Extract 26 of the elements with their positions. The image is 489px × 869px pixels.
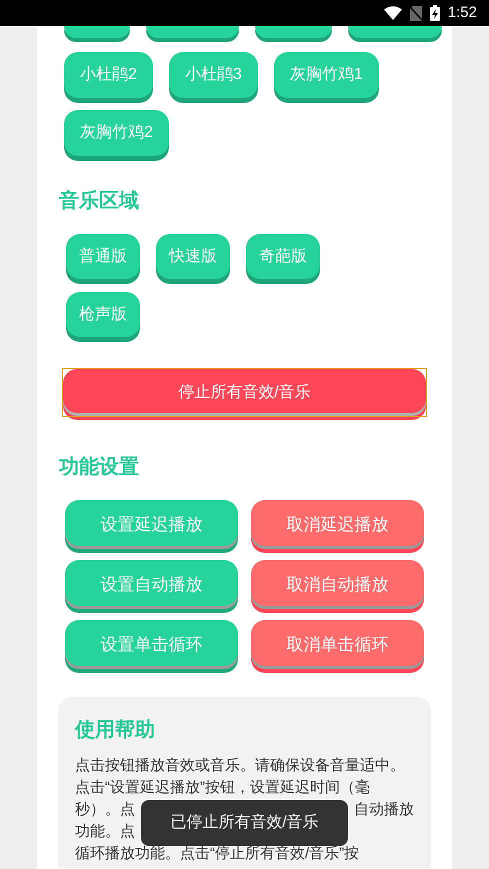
help-heading: 使用帮助 [75, 718, 156, 743]
help-text: 秒）。点 [75, 800, 135, 820]
help-text: 功能。点 [75, 822, 135, 842]
stop-all-button[interactable]: 停止所有音效/音乐 [63, 369, 426, 416]
sound-button[interactable]: 灰胸竹鸡1 [274, 52, 379, 98]
help-text: 循环播放功能。点击“停止所有音效/音乐”按 [75, 844, 360, 864]
section-heading: 音乐区域 [59, 188, 140, 214]
help-text: 自动播放 [354, 800, 414, 820]
enable-setting-button[interactable]: 设置自动播放 [65, 560, 238, 609]
toast-message: 已停止所有音效/音乐 [141, 800, 348, 846]
sound-button[interactable]: 普通版 [66, 234, 140, 279]
sound-button[interactable]: 灰胸竹鸡2 [64, 110, 169, 156]
enable-setting-button[interactable]: 设置单击循环 [65, 620, 238, 669]
sound-button[interactable]: 快速版 [156, 234, 230, 279]
cancel-setting-button[interactable]: 取消单击循环 [251, 620, 424, 669]
sound-button[interactable]: 小杜鹃2 [64, 52, 153, 98]
sound-button[interactable]: 小杜鹃3 [168, 52, 258, 98]
help-text: 点击按钮播放音效或音乐。请确保设备音量适中。 [75, 756, 405, 776]
enable-setting-button[interactable]: 设置延迟播放 [65, 500, 238, 549]
cancel-setting-button[interactable]: 取消延迟播放 [251, 500, 424, 549]
clock-time: 1:52 [448, 2, 477, 23]
sound-button[interactable]: 奇葩版 [246, 234, 320, 279]
cancel-setting-button[interactable]: 取消自动播放 [251, 560, 424, 609]
help-text: 点击“设置延迟播放”按钮，设置延迟时间（毫 [75, 778, 370, 798]
sound-button[interactable]: 枪声版 [66, 292, 140, 337]
section-heading: 功能设置 [59, 455, 140, 480]
